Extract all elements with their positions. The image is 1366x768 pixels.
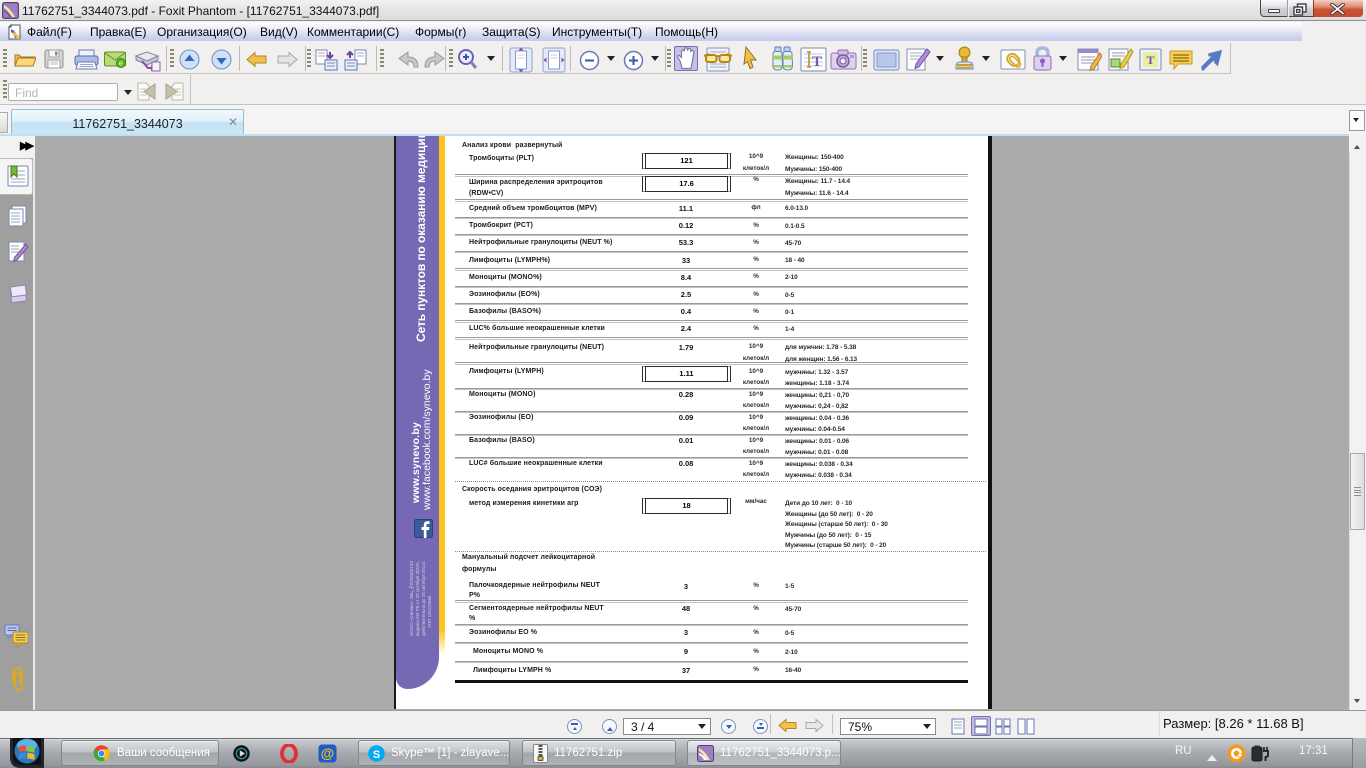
svg-text:@: @ <box>321 745 335 761</box>
svg-text:S: S <box>373 749 380 761</box>
svg-text:T: T <box>812 54 822 70</box>
svg-text:T: T <box>1146 53 1154 67</box>
svg-text:e: e <box>119 61 123 68</box>
